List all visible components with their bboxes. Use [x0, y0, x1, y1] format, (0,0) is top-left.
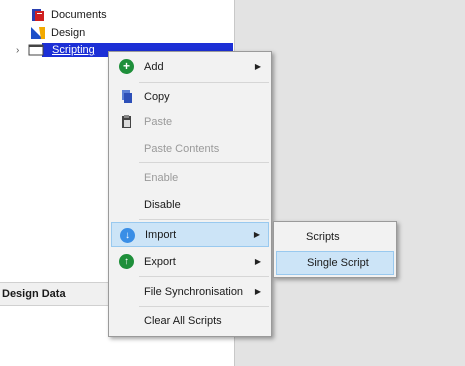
menu-item-label: Copy [144, 90, 170, 103]
menu-item-label: Disable [144, 198, 181, 211]
menu-separator [139, 276, 269, 277]
submenu-item-label: Scripts [306, 231, 340, 243]
chevron-right-icon[interactable]: › [16, 45, 19, 56]
menu-item-label: Paste [144, 115, 173, 128]
submenu-arrow-icon: ▶ [254, 257, 261, 266]
context-menu: + Add ▶ Copy Paste Paste Contents Enable [108, 51, 272, 337]
documents-icon [30, 8, 46, 22]
menu-item-paste[interactable]: Paste [111, 109, 269, 134]
menu-item-enable[interactable]: Enable [111, 165, 269, 190]
paste-icon [119, 114, 134, 129]
menu-item-copy[interactable]: Copy [111, 84, 269, 109]
menu-item-disable[interactable]: Disable [111, 192, 269, 217]
tree-item-documents[interactable]: Documents [30, 7, 107, 23]
menu-separator [139, 162, 269, 163]
menu-item-label: Add [144, 60, 164, 73]
submenu-item-label: Single Script [307, 257, 369, 269]
menu-item-label: Paste Contents [144, 142, 220, 155]
menu-item-label: Enable [144, 171, 179, 184]
tree-item-label: Scripting [49, 44, 98, 56]
menu-item-export[interactable]: ↑ Export ▶ [111, 249, 269, 274]
submenu-item-scripts[interactable]: Scripts [276, 225, 394, 249]
menu-item-paste-contents[interactable]: Paste Contents [111, 136, 269, 161]
import-icon: ↓ [120, 228, 135, 243]
import-submenu: Scripts Single Script [273, 221, 397, 278]
submenu-item-single-script[interactable]: Single Script [276, 251, 394, 275]
menu-item-add[interactable]: + Add ▶ [111, 54, 269, 79]
menu-separator [139, 82, 269, 83]
menu-item-label: Export [144, 255, 176, 268]
menu-separator [139, 219, 269, 220]
menu-item-label: Import [145, 228, 177, 241]
copy-icon [119, 89, 134, 104]
add-icon: + [119, 59, 134, 74]
tree-item-scripting[interactable]: Scripting [28, 42, 98, 58]
scripting-icon [28, 43, 44, 57]
menu-item-file-synchronisation[interactable]: File Synchronisation ▶ [111, 279, 269, 304]
tree-item-label: Design [51, 27, 86, 39]
menu-separator [139, 306, 269, 307]
design-icon [30, 26, 46, 40]
menu-item-clear-all-scripts[interactable]: Clear All Scripts [111, 308, 269, 333]
export-icon: ↑ [119, 254, 134, 269]
menu-item-label: Clear All Scripts [144, 314, 222, 327]
submenu-arrow-icon: ▶ [253, 230, 260, 239]
submenu-arrow-icon: ▶ [254, 62, 261, 71]
tree-item-design[interactable]: Design [30, 25, 85, 41]
panel-title: Design Data [2, 288, 66, 300]
menu-item-import[interactable]: ↓ Import ▶ [111, 222, 269, 247]
submenu-arrow-icon: ▶ [254, 287, 261, 296]
menu-item-label: File Synchronisation [144, 285, 244, 298]
tree-item-label: Documents [51, 9, 107, 21]
